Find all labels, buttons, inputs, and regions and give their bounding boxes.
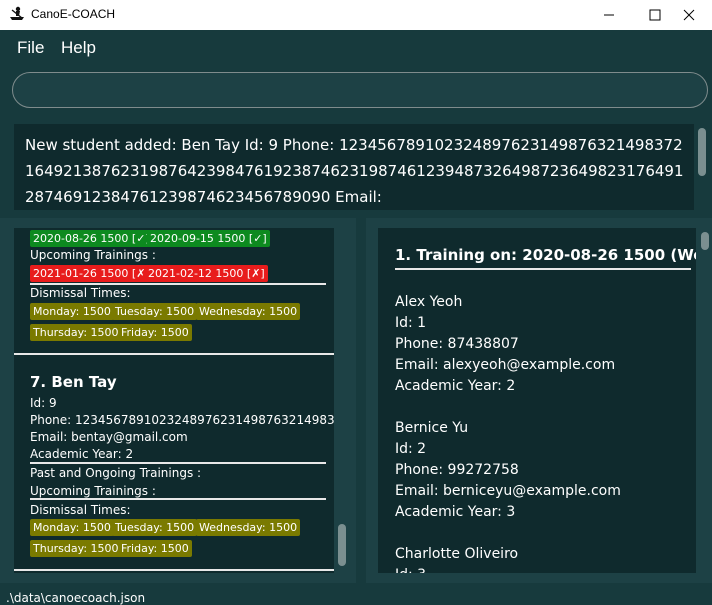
result-scrollbar[interactable] — [698, 128, 706, 176]
result-text: New student added: Ben Tay Id: 9 Phone: … — [25, 136, 684, 206]
student-phone: Phone: 99272758 — [395, 462, 519, 478]
result-display: New student added: Ben Tay Id: 9 Phone: … — [14, 124, 694, 210]
student-email: Email: berniceyu@example.com — [395, 483, 621, 499]
training-list: 1. Training on: 2020-08-26 1500 (Wed) Al… — [378, 228, 696, 573]
past-training-tag: 2020-08-26 1500 [✓] — [30, 230, 153, 247]
divider — [395, 268, 691, 270]
student-id: Id: 9 — [30, 396, 57, 410]
training-list-scrollbar[interactable] — [701, 232, 709, 250]
dismissal-tag: Thursday: 1500 — [30, 324, 122, 341]
training-heading: 1. Training on: 2020-08-26 1500 (Wed) — [395, 246, 696, 264]
card-separator — [14, 353, 334, 355]
upcoming-label: Upcoming Trainings : — [30, 484, 156, 498]
dismissal-tag: Friday: 1500 — [118, 324, 192, 341]
dismissal-tag: Thursday: 1500 — [30, 540, 122, 557]
dismissal-tag: Wednesday: 1500 — [196, 303, 301, 320]
upcoming-training-tag: 2021-01-26 1500 [✗] — [30, 265, 153, 282]
dismissal-label: Dismissal Times: — [30, 503, 131, 517]
minimize-icon — [604, 14, 614, 16]
student-id: Id: 3 — [395, 567, 426, 573]
divider — [30, 283, 326, 285]
menu-file[interactable]: File — [17, 38, 44, 58]
student-name: Alex Yeoh — [395, 294, 463, 310]
command-input[interactable] — [12, 72, 708, 108]
divider — [30, 462, 326, 464]
student-id: Id: 1 — [395, 315, 427, 331]
window-title: CanoE-COACH — [31, 7, 116, 21]
student-phone: Phone: 87438807 — [395, 336, 519, 352]
divider — [30, 498, 326, 500]
student-id: Id: 2 — [395, 441, 427, 457]
close-button[interactable] — [666, 0, 712, 30]
student-name: 7. Ben Tay — [30, 373, 117, 391]
status-bar: .\data\canoecoach.json — [0, 583, 712, 605]
title-bar: CanoE-COACH — [0, 0, 712, 30]
dismissal-label: Dismissal Times: — [30, 286, 131, 300]
dismissal-tag: Tuesday: 1500 — [112, 519, 198, 536]
canoe-app-icon — [10, 6, 24, 20]
menu-help[interactable]: Help — [61, 38, 96, 58]
upcoming-label: Upcoming Trainings : — [30, 248, 156, 262]
upcoming-training-tag: 2021-02-12 1500 [✗] — [145, 265, 268, 282]
student-email: Email: alexyeoh@example.com — [395, 357, 616, 373]
student-year: Academic Year: 2 — [395, 378, 516, 394]
student-list: 2020-08-26 1500 [✓] 2020-09-15 1500 [✓] … — [14, 228, 334, 573]
menu-bar: File Help — [0, 30, 712, 64]
student-list-scrollbar[interactable] — [338, 524, 346, 566]
dismissal-tag: Monday: 1500 — [30, 519, 114, 536]
student-year: Academic Year: 2 — [30, 447, 134, 461]
student-email: Email: bentay@gmail.com — [30, 430, 188, 444]
past-training-tag: 2020-09-15 1500 [✓] — [147, 230, 270, 247]
student-name: Bernice Yu — [395, 420, 469, 436]
maximize-icon — [649, 9, 661, 21]
dismissal-tag: Tuesday: 1500 — [112, 303, 198, 320]
dismissal-tag: Wednesday: 1500 — [196, 519, 301, 536]
student-phone: Phone: 123456789102324897623149876321498… — [30, 413, 334, 427]
close-icon — [683, 9, 695, 21]
student-year: Academic Year: 3 — [395, 504, 516, 520]
card-separator — [14, 569, 334, 571]
past-trainings-label: Past and Ongoing Trainings : — [30, 466, 202, 480]
minimize-button[interactable] — [586, 0, 632, 30]
storage-path: .\data\canoecoach.json — [6, 591, 146, 605]
dismissal-tag: Friday: 1500 — [118, 540, 192, 557]
dismissal-tag: Monday: 1500 — [30, 303, 114, 320]
student-name: Charlotte Oliveiro — [395, 546, 519, 562]
